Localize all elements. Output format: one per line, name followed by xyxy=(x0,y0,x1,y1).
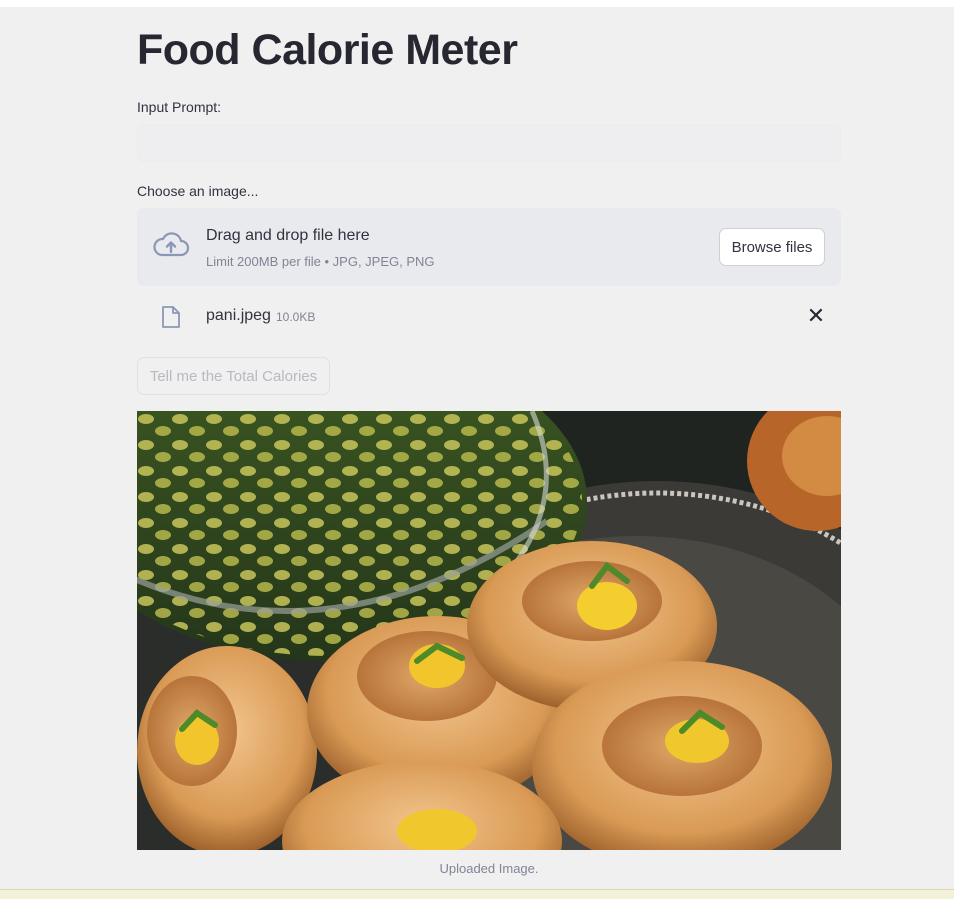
page-title: Food Calorie Meter xyxy=(137,26,518,74)
uploaded-food-image xyxy=(137,411,841,850)
dropzone-limits: Limit 200MB per file • JPG, JPEG, PNG xyxy=(206,254,435,269)
image-caption: Uploaded Image. xyxy=(439,861,539,876)
input-prompt-field[interactable] xyxy=(137,124,841,162)
cloud-upload-icon xyxy=(153,232,190,257)
file-dropzone[interactable]: Drag and drop file here Limit 200MB per … xyxy=(137,208,841,286)
uploaded-file-row: pani.jpeg 10.0KB ✕ xyxy=(137,296,841,338)
uploaded-file-name: pani.jpeg xyxy=(206,307,271,324)
file-icon xyxy=(162,306,180,328)
input-prompt-label: Input Prompt: xyxy=(137,99,222,115)
browse-files-button[interactable]: Browse files xyxy=(719,228,825,266)
total-calories-button[interactable]: Tell me the Total Calories xyxy=(137,357,330,395)
uploader-label: Choose an image... xyxy=(137,183,259,199)
uploaded-file-size: 10.0KB xyxy=(276,310,316,324)
food-photo-illustration xyxy=(137,411,841,850)
dropzone-title: Drag and drop file here xyxy=(206,227,370,244)
close-icon[interactable]: ✕ xyxy=(805,306,827,328)
